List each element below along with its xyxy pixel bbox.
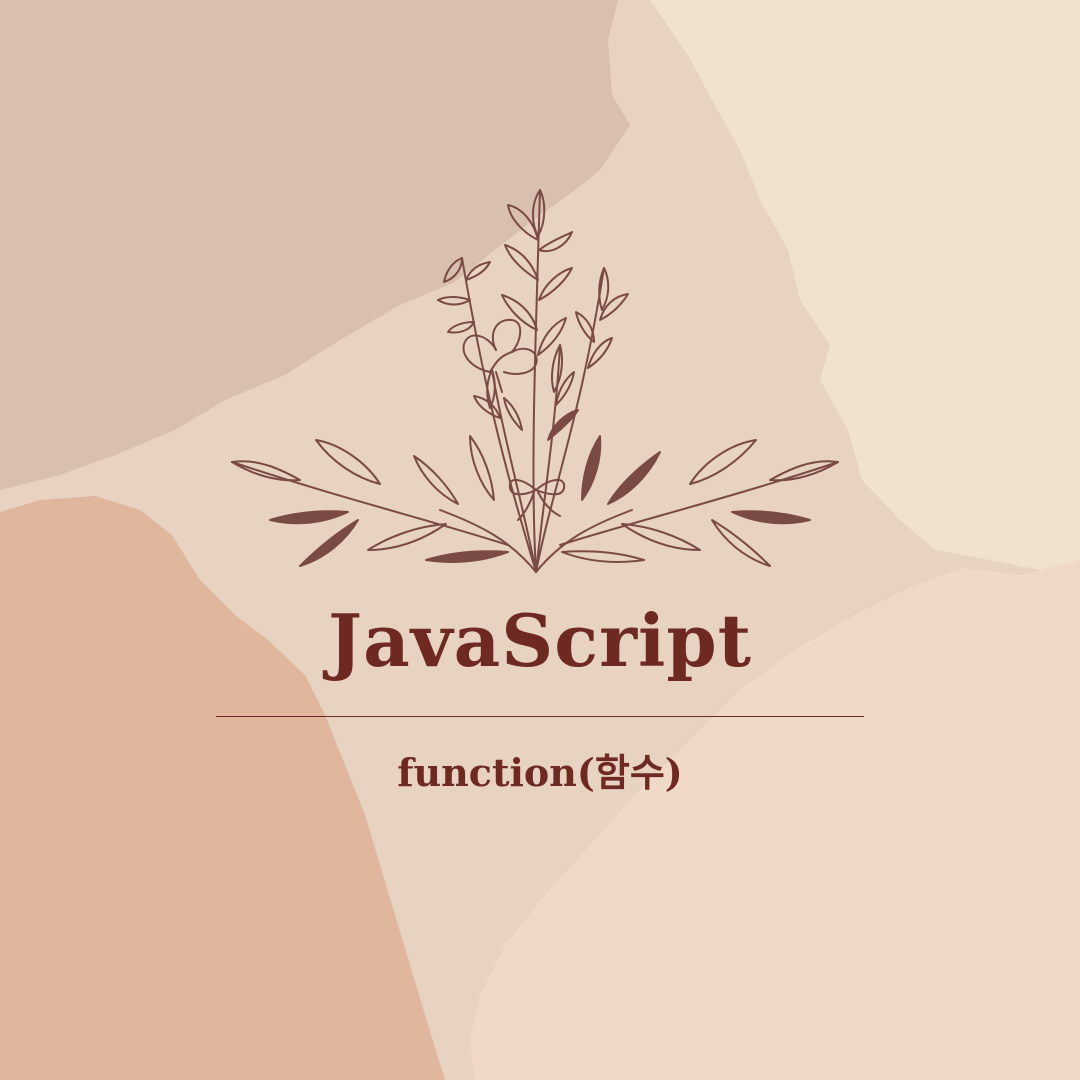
stems <box>439 189 633 573</box>
page-title: JavaScript <box>328 598 752 683</box>
page-subtitle: function(함수) <box>397 750 683 795</box>
left-sprigs <box>231 435 509 567</box>
right-sprigs <box>559 435 839 567</box>
stem-leaves <box>437 189 629 441</box>
title-divider <box>216 716 864 717</box>
floral-bouquet-icon <box>231 189 839 573</box>
